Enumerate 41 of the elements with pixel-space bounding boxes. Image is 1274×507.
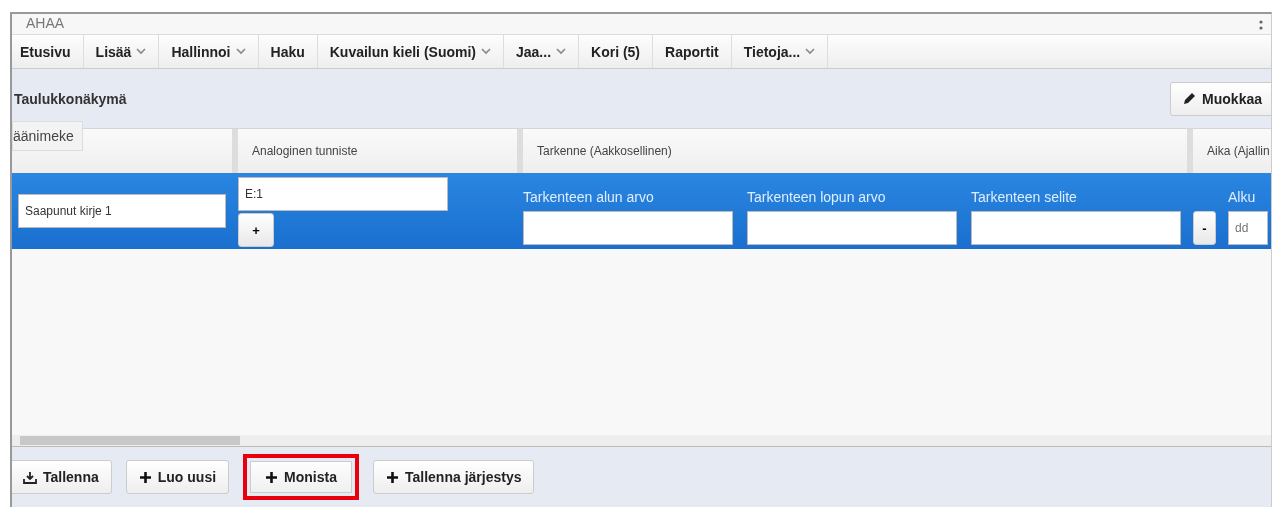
pencil-icon — [1183, 92, 1197, 105]
app-title: AHAA — [26, 16, 65, 30]
nav-menu-item[interactable]: Lisää — [83, 35, 160, 68]
nav-menu-item[interactable]: Kuvailun kieli (Suomi) — [317, 35, 504, 68]
identifier-field[interactable]: E:1 — [238, 177, 448, 211]
title-field[interactable]: Saapunut kirje 1 — [18, 194, 226, 228]
footer-button[interactable]: Luo uusi — [125, 460, 230, 494]
add-button[interactable]: + — [238, 213, 274, 247]
refinement-field[interactable] — [523, 211, 733, 245]
column-header: äänimeke — [12, 121, 83, 151]
chevron-down-icon — [556, 48, 567, 55]
field-label: Alku — [1228, 189, 1257, 205]
nav-menu-item[interactable]: Jaa... — [504, 35, 580, 68]
plus-icon — [386, 470, 399, 484]
view-title: Taulukkonäkymä — [14, 90, 127, 107]
plus-icon — [138, 470, 152, 484]
refinement-field[interactable] — [747, 211, 957, 245]
nav-menu-item[interactable]: Raportit — [653, 35, 732, 68]
nav-menu-item[interactable]: Tietoja... — [731, 35, 829, 68]
nav-menu-item[interactable]: Kori (5) — [579, 35, 654, 68]
refinement-field[interactable] — [971, 211, 1181, 245]
field-label: Tarkenteen selite — [971, 189, 1078, 205]
table-row[interactable]: Saapunut kirje 1 E:1 + Tarkenteen alun arvo Tarkenteen lopun arvo Tarkenteen selite - Alku dd — [12, 173, 1271, 249]
chevron-down-icon — [805, 48, 816, 55]
remove-button[interactable]: - — [1193, 211, 1216, 245]
chevron-down-icon — [136, 48, 147, 55]
field-label: Tarkenteen lopun arvo — [747, 189, 887, 205]
nav-menu-item[interactable]: Etusivu — [12, 35, 84, 68]
footer-button[interactable]: Tallenna — [12, 460, 112, 494]
footer-button[interactable]: Tallenna järjestys — [373, 460, 535, 494]
chevron-down-icon — [235, 48, 246, 55]
horizontal-scrollbar[interactable] — [12, 435, 1271, 447]
save-icon — [23, 470, 37, 484]
edit-button[interactable]: Muokkaa — [1170, 81, 1271, 116]
plus-icon — [265, 470, 279, 484]
nav-menu-item[interactable]: Hallinnoi — [159, 35, 259, 68]
nav-menu-item[interactable]: Haku — [258, 35, 318, 68]
chevron-down-icon — [481, 48, 491, 55]
field-label: Tarkenteen alun arvo — [523, 189, 655, 205]
start-date-field[interactable]: dd — [1228, 211, 1268, 245]
footer-button[interactable]: Monista — [243, 454, 359, 500]
